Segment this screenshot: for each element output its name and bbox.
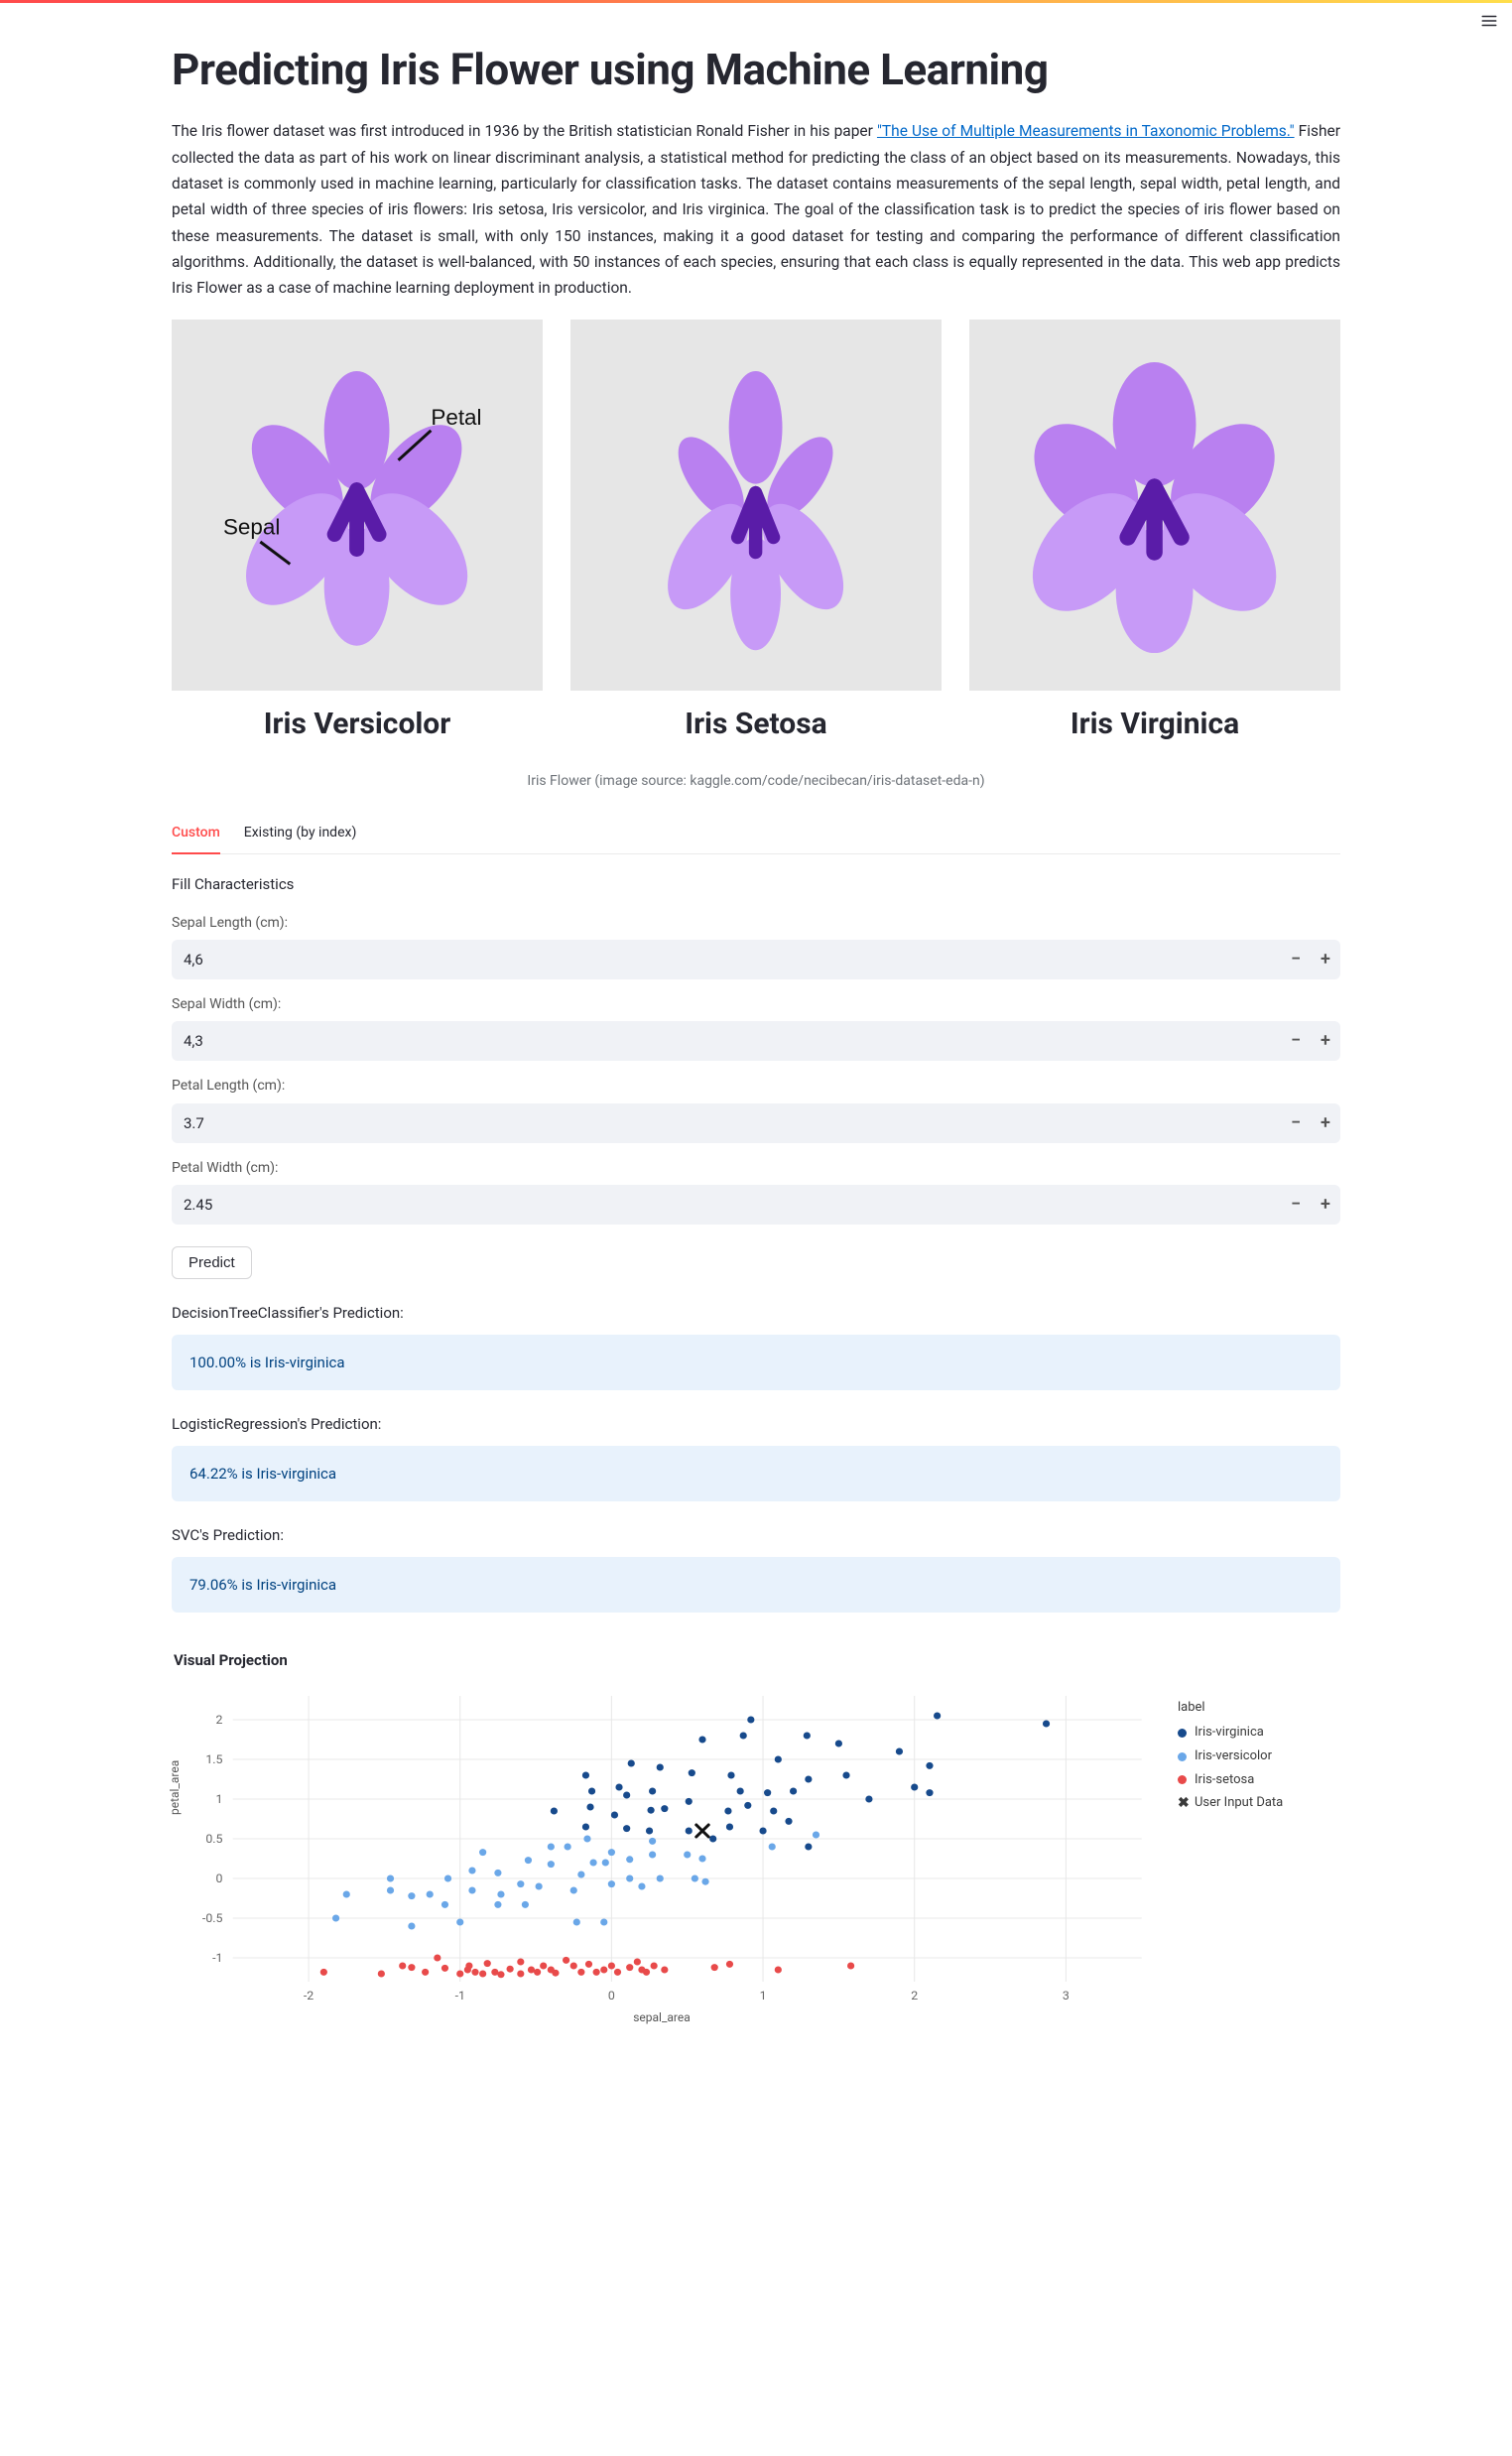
field-label-petal-width: Petal Width (cm): xyxy=(172,1157,1340,1179)
flower-image-versicolor: Petal Sepal xyxy=(172,320,543,691)
hamburger-menu-icon[interactable] xyxy=(1476,8,1502,37)
predict-button[interactable]: Predict xyxy=(172,1246,252,1279)
prediction-lr-result: 64.22% is Iris-virginica xyxy=(172,1446,1340,1501)
increment-button[interactable]: + xyxy=(1311,1022,1340,1060)
increment-button[interactable]: + xyxy=(1311,1104,1340,1142)
decrement-button[interactable]: − xyxy=(1281,941,1311,978)
increment-button[interactable]: + xyxy=(1311,941,1340,978)
sepal-width-stepper: − + xyxy=(172,1021,1340,1061)
decrement-button[interactable]: − xyxy=(1281,1186,1311,1224)
prediction-dt-result: 100.00% is Iris-virginica xyxy=(172,1335,1340,1390)
flower-image-virginica xyxy=(969,320,1340,691)
intro-paragraph: The Iris flower dataset was first introd… xyxy=(172,118,1340,301)
svg-text:-1: -1 xyxy=(212,1951,222,1965)
svg-text:1.5: 1.5 xyxy=(205,1752,222,1766)
species-name-versicolor: Iris Versicolor xyxy=(264,701,450,748)
sepal-width-input[interactable] xyxy=(172,1029,1281,1053)
prediction-svc-result: 79.06% is Iris-virginica xyxy=(172,1557,1340,1613)
petal-length-input[interactable] xyxy=(172,1111,1281,1135)
sepal-callout-label: Sepal xyxy=(223,515,280,540)
legend-text: Iris-versicolor xyxy=(1195,1746,1272,1767)
svg-text:3: 3 xyxy=(1063,1989,1070,2003)
chart-xlabel: sepal_area xyxy=(633,2008,691,2027)
species-card-versicolor: Petal Sepal Iris Versicolor xyxy=(172,320,543,748)
intro-text-after: Fisher collected the data as part of his… xyxy=(172,122,1340,297)
legend-setosa: Iris-setosa xyxy=(1178,1770,1340,1791)
petal-width-stepper: − + xyxy=(172,1185,1340,1225)
svg-text:2: 2 xyxy=(216,1713,223,1727)
decrement-button[interactable]: − xyxy=(1281,1104,1311,1142)
svg-text:1: 1 xyxy=(216,1792,223,1806)
sepal-length-input[interactable] xyxy=(172,948,1281,971)
svg-text:0: 0 xyxy=(216,1872,223,1885)
flower-icon xyxy=(652,371,860,650)
species-card-virginica: Iris Virginica xyxy=(969,320,1340,748)
tab-custom[interactable]: Custom xyxy=(172,816,220,853)
svg-text:2: 2 xyxy=(911,1989,918,2003)
chart-legend: label Iris-virginica Iris-versicolor Iri… xyxy=(1152,1686,1340,2023)
flower-icon xyxy=(1011,362,1299,653)
increment-button[interactable]: + xyxy=(1311,1186,1340,1224)
intro-link[interactable]: "The Use of Multiple Measurements in Tax… xyxy=(877,122,1295,140)
legend-text: Iris-virginica xyxy=(1195,1723,1264,1744)
field-label-petal-length: Petal Length (cm): xyxy=(172,1075,1340,1097)
gallery-caption: Iris Flower (image source: kaggle.com/co… xyxy=(172,770,1340,792)
chart-title: Visual Projection xyxy=(174,1648,1340,1672)
svg-text:-1: -1 xyxy=(455,1989,465,2003)
species-name-setosa: Iris Setosa xyxy=(685,701,826,748)
legend-text: User Input Data xyxy=(1195,1793,1283,1814)
field-label-sepal-width: Sepal Width (cm): xyxy=(172,993,1340,1015)
svg-text:1: 1 xyxy=(760,1989,767,2003)
species-gallery: Petal Sepal Iris Versicolor xyxy=(172,320,1340,748)
input-mode-tabs: Custom Existing (by index) xyxy=(172,816,1340,853)
legend-title: label xyxy=(1178,1698,1340,1719)
flower-image-setosa xyxy=(570,320,942,691)
legend-dot-icon xyxy=(1178,1752,1187,1761)
legend-virginica: Iris-virginica xyxy=(1178,1723,1340,1744)
tab-existing[interactable]: Existing (by index) xyxy=(244,816,357,852)
legend-text: Iris-setosa xyxy=(1195,1770,1254,1791)
predictions-block: DecisionTreeClassifier's Prediction: 100… xyxy=(172,1301,1340,1613)
species-name-virginica: Iris Virginica xyxy=(1071,701,1239,748)
petal-width-input[interactable] xyxy=(172,1193,1281,1217)
petal-length-stepper: − + xyxy=(172,1103,1340,1143)
species-card-setosa: Iris Setosa xyxy=(570,320,942,748)
intro-text-before: The Iris flower dataset was first introd… xyxy=(172,122,877,140)
decrement-button[interactable]: − xyxy=(1281,1022,1311,1060)
legend-user-input: ✖ User Input Data xyxy=(1178,1793,1340,1814)
prediction-svc-label: SVC's Prediction: xyxy=(172,1523,1340,1547)
svg-text:-0.5: -0.5 xyxy=(202,1911,223,1925)
svg-text:0: 0 xyxy=(608,1989,615,2003)
chart-wrapper: -1-0.500.511.52-2-10123 petal_area sepal… xyxy=(172,1686,1340,2023)
legend-dot-icon xyxy=(1178,1729,1187,1738)
petal-callout-label: Petal xyxy=(432,405,482,430)
prediction-lr-label: LogisticRegression's Prediction: xyxy=(172,1412,1340,1436)
scatter-chart: -1-0.500.511.52-2-10123 petal_area sepal… xyxy=(172,1686,1152,2023)
svg-text:-2: -2 xyxy=(304,1989,315,2003)
legend-versicolor: Iris-versicolor xyxy=(1178,1746,1340,1767)
form-section-label: Fill Characteristics xyxy=(172,872,1340,896)
chart-ylabel: petal_area xyxy=(166,1760,185,1815)
legend-dot-icon xyxy=(1178,1775,1187,1784)
form-fields: Sepal Length (cm): − + Sepal Width (cm):… xyxy=(172,912,1340,1226)
legend-cross-icon: ✖ xyxy=(1178,1799,1187,1808)
sepal-length-stepper: − + xyxy=(172,940,1340,979)
prediction-dt-label: DecisionTreeClassifier's Prediction: xyxy=(172,1301,1340,1325)
page-title: Predicting Iris Flower using Machine Lea… xyxy=(172,35,1340,104)
field-label-sepal-length: Sepal Length (cm): xyxy=(172,912,1340,934)
svg-text:0.5: 0.5 xyxy=(205,1832,222,1846)
